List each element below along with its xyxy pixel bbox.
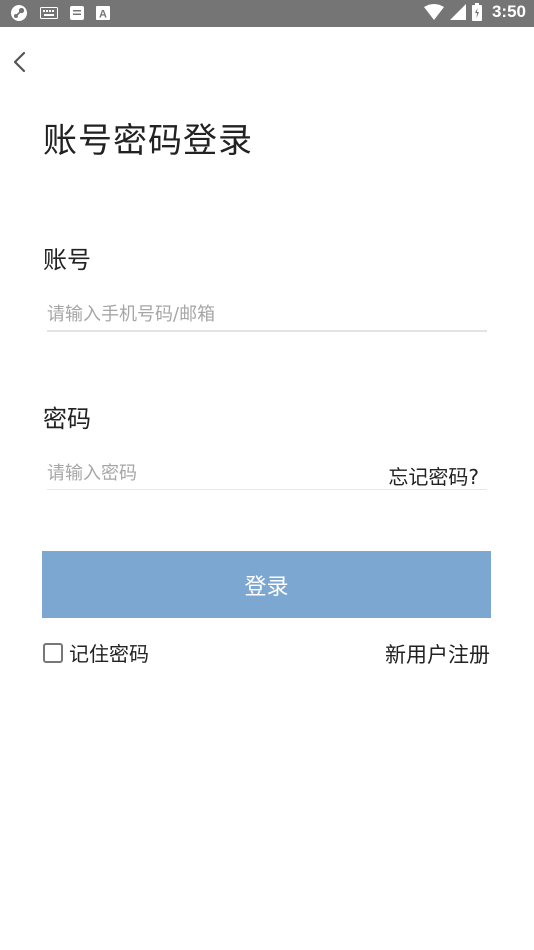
password-label: 密码 [43,405,91,433]
status-bar-system: 3:50 [423,2,526,22]
chevron-left-icon [13,51,26,73]
back-button[interactable] [8,48,32,76]
signal-icon [449,4,466,20]
forgot-password-link[interactable]: 忘记密码? [388,461,479,490]
page-title: 账号密码登录 [43,121,253,161]
password-input[interactable] [47,457,367,489]
status-bar-notifications: A [10,4,110,22]
message-icon [70,6,84,20]
wifi-icon [423,4,444,20]
account-input[interactable] [47,298,487,330]
account-underline [47,330,487,332]
remember-password[interactable]: 记住密码 [43,638,149,667]
remember-password-checkbox[interactable] [43,642,63,663]
svg-text:A: A [99,9,107,21]
account-label: 账号 [43,246,91,274]
battery-icon [471,3,482,21]
status-bar: A 3:50 [0,0,534,27]
steam-icon [11,5,27,21]
password-underline [47,489,487,490]
remember-password-label: 记住密码 [69,642,149,666]
register-link[interactable]: 新用户注册 [385,639,490,669]
status-time: 3:50 [491,2,526,21]
font-icon: A [96,6,110,20]
login-button[interactable]: 登录 [42,551,491,618]
keyboard-icon [40,7,58,19]
